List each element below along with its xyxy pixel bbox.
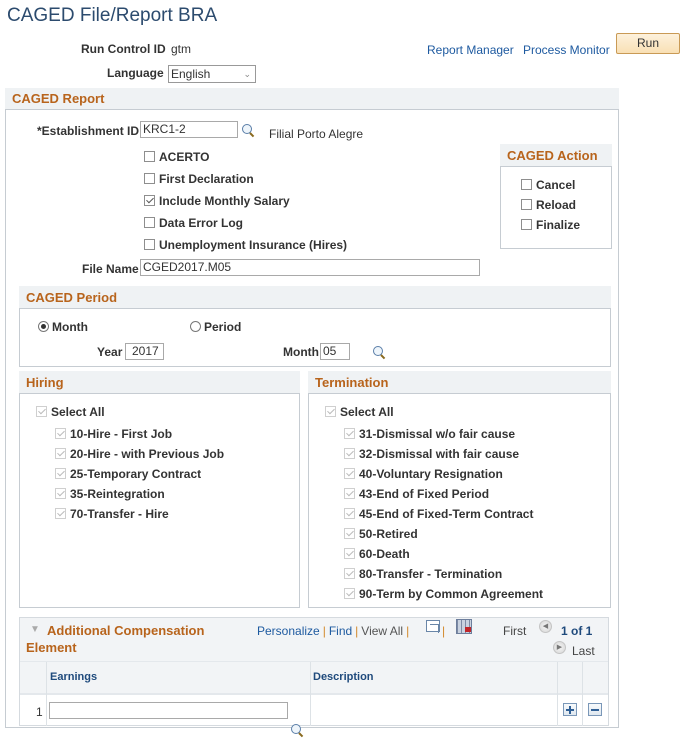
checkbox-icon[interactable]	[521, 219, 532, 231]
checkbox-data-error-log[interactable]: Data Error Log	[144, 216, 243, 230]
column-header-description[interactable]: Description	[313, 671, 374, 683]
termination-checkbox-item[interactable]: 31-Dismissal w/o fair cause	[344, 427, 515, 441]
earnings-input[interactable]	[49, 702, 288, 719]
termination-checkbox-item[interactable]: 45-End of Fixed-Term Contract	[344, 507, 533, 521]
checkbox-acerto[interactable]: ACERTO	[144, 150, 209, 164]
checkbox-checked-icon[interactable]	[344, 448, 355, 460]
checkbox-checked-icon[interactable]	[55, 448, 66, 460]
delete-row-button[interactable]	[588, 703, 602, 716]
checkbox-checked-icon[interactable]	[344, 508, 355, 520]
hiring-checkbox-item[interactable]: 20-Hire - with Previous Job	[55, 447, 224, 461]
personalize-link[interactable]: Personalize	[257, 624, 320, 638]
checkbox-icon[interactable]	[521, 179, 532, 191]
checkbox-checked-icon[interactable]	[325, 406, 336, 418]
termination-checkbox-item[interactable]: 40-Voluntary Resignation	[344, 467, 503, 481]
month-label: Month	[283, 345, 319, 359]
language-label: Language	[107, 66, 164, 80]
checkbox-checked-icon[interactable]	[55, 428, 66, 440]
compensation-title-line2: Element	[26, 640, 77, 655]
termination-checkbox-item[interactable]: 43-End of Fixed Period	[344, 487, 489, 501]
caged-period-header: CAGED Period	[19, 286, 611, 309]
search-icon[interactable]	[289, 723, 305, 739]
checkbox-include-monthly-salary[interactable]: Include Monthly Salary	[144, 194, 290, 208]
add-row-button[interactable]	[563, 703, 577, 716]
radio-period[interactable]: Period	[190, 320, 241, 334]
hiring-header: Hiring	[19, 371, 300, 394]
view-all-link[interactable]: View All	[361, 624, 403, 638]
termination-checkbox-item[interactable]: 60-Death	[344, 547, 410, 561]
page-title: CAGED File/Report BRA	[7, 5, 218, 26]
caged-report-header: CAGED Report	[5, 88, 619, 110]
checkbox-checked-icon[interactable]	[344, 528, 355, 540]
checkbox-checked-icon[interactable]	[144, 195, 155, 207]
checkbox-checked-icon[interactable]	[55, 508, 66, 520]
page-info: 1 of 1	[561, 624, 593, 638]
checkbox-icon[interactable]	[521, 199, 532, 211]
termination-header: Termination	[308, 371, 611, 394]
radio-month[interactable]: Month	[38, 320, 88, 334]
compensation-title-line1: Additional Compensation	[47, 623, 205, 638]
checkbox-checked-icon[interactable]	[36, 406, 47, 418]
run-control-label: Run Control ID	[81, 42, 166, 56]
process-monitor-link[interactable]: Process Monitor	[523, 43, 610, 57]
report-manager-link[interactable]: Report Manager	[427, 43, 514, 57]
file-name-input[interactable]: CGED2017.M05	[140, 259, 480, 276]
language-select[interactable]: English ⌄	[168, 65, 256, 83]
file-name-label: File Name	[82, 262, 139, 276]
checkbox-checked-icon[interactable]	[344, 568, 355, 580]
checkbox-checked-icon[interactable]	[344, 468, 355, 480]
hiring-checkbox-item[interactable]: 70-Transfer - Hire	[55, 507, 169, 521]
radio-selected-icon[interactable]	[38, 321, 49, 333]
checkbox-finalize[interactable]: Finalize	[521, 218, 580, 232]
previous-arrow-icon[interactable]: ◀	[539, 620, 552, 633]
run-button[interactable]: Run	[616, 33, 680, 54]
checkbox-cancel[interactable]: Cancel	[521, 178, 575, 192]
checkbox-first-declaration[interactable]: First Declaration	[144, 172, 254, 186]
year-label: Year	[97, 345, 123, 359]
search-icon[interactable]	[371, 345, 387, 361]
establishment-id-input[interactable]: KRC1-2	[140, 121, 238, 138]
run-control-value: gtm	[171, 42, 192, 56]
hiring-checkbox-item[interactable]: 10-Hire - First Job	[55, 427, 172, 441]
first-label: First	[503, 624, 527, 638]
checkbox-icon[interactable]	[144, 151, 155, 163]
month-input[interactable]: 05	[320, 343, 350, 360]
termination-checkbox-item[interactable]: 80-Transfer - Termination	[344, 567, 502, 581]
checkbox-checked-icon[interactable]	[55, 488, 66, 500]
hiring-checkbox-item[interactable]: 35-Reintegration	[55, 487, 165, 501]
year-input[interactable]: 2017	[125, 343, 164, 360]
checkbox-unemployment-insurance[interactable]: Unemployment Insurance (Hires)	[144, 238, 347, 252]
checkbox-reload[interactable]: Reload	[521, 198, 576, 212]
hiring-select-all[interactable]: Select All	[36, 405, 105, 419]
caged-action-header: CAGED Action	[500, 144, 612, 167]
checkbox-checked-icon[interactable]	[55, 468, 66, 480]
last-label: Last	[572, 644, 595, 658]
checkbox-checked-icon[interactable]	[344, 588, 355, 600]
row-number: 1	[36, 705, 43, 719]
checkbox-icon[interactable]	[144, 217, 155, 229]
hiring-checkbox-item[interactable]: 25-Temporary Contract	[55, 467, 201, 481]
grid-toolbar: Personalize | Find | View All |	[257, 624, 410, 638]
column-header-earnings[interactable]: Earnings	[50, 671, 97, 683]
find-link[interactable]: Find	[329, 624, 352, 638]
checkbox-checked-icon[interactable]	[344, 488, 355, 500]
language-value: English	[171, 67, 211, 81]
termination-checkbox-item[interactable]: 90-Term by Common Agreement	[344, 587, 543, 601]
checkbox-checked-icon[interactable]	[344, 548, 355, 560]
collapse-triangle-icon[interactable]: ▼	[30, 624, 40, 635]
termination-select-all[interactable]: Select All	[325, 405, 394, 419]
chevron-down-icon: ⌄	[243, 69, 251, 79]
next-arrow-icon[interactable]: ▶	[553, 641, 566, 654]
termination-checkbox-item[interactable]: 50-Retired	[344, 527, 418, 541]
search-icon[interactable]	[240, 123, 256, 139]
termination-checkbox-item[interactable]: 32-Dismissal with fair cause	[344, 447, 519, 461]
establishment-description: Filial Porto Alegre	[269, 127, 364, 141]
checkbox-checked-icon[interactable]	[344, 428, 355, 440]
checkbox-icon[interactable]	[144, 239, 155, 251]
checkbox-icon[interactable]	[144, 173, 155, 185]
establishment-id-label: *Establishment ID	[37, 124, 140, 138]
radio-icon[interactable]	[190, 321, 201, 333]
